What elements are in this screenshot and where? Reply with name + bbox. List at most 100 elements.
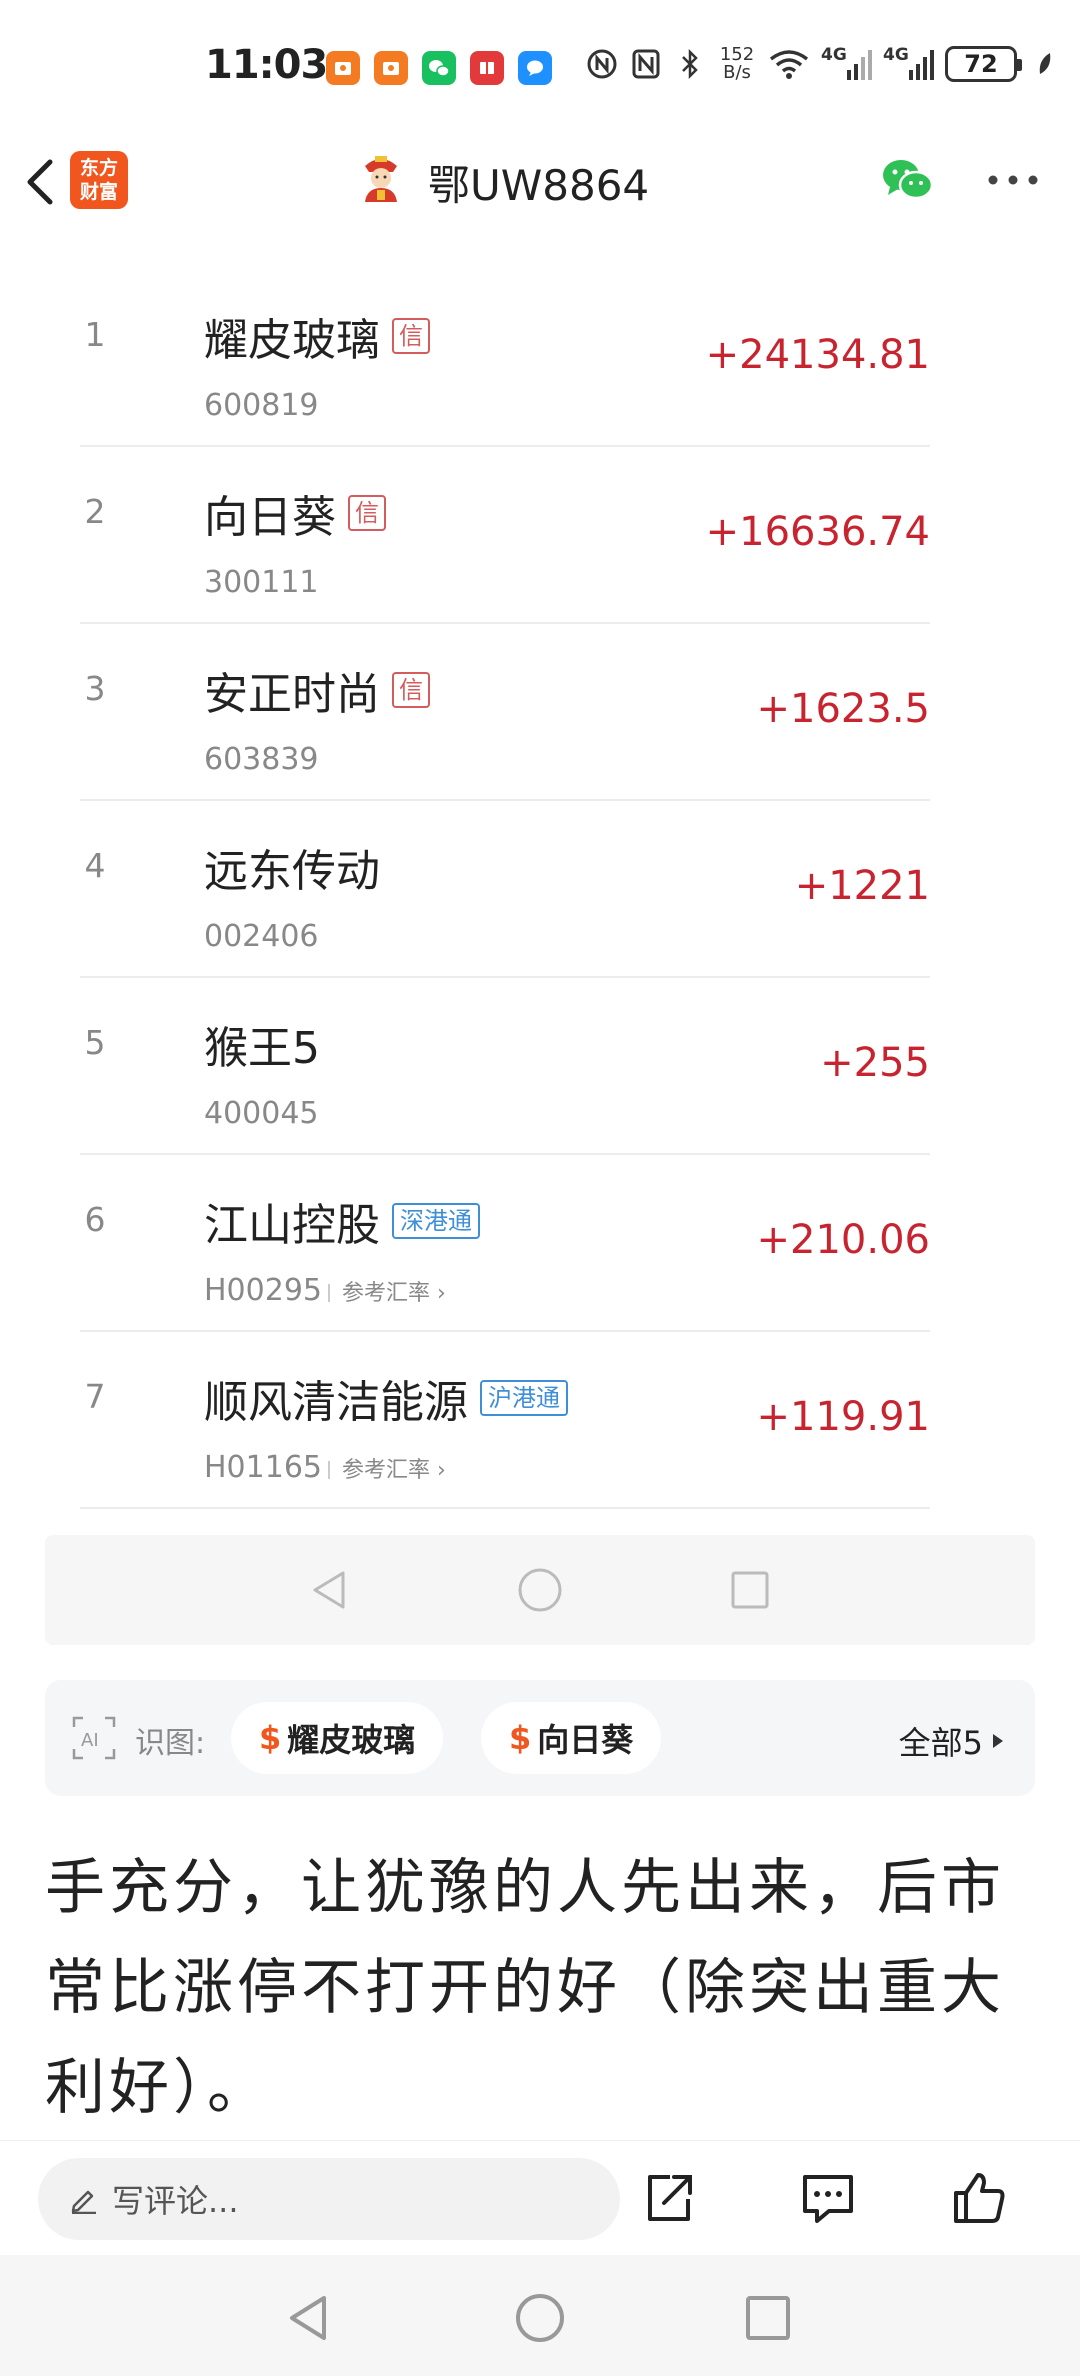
page-title: 鄂UW8864 xyxy=(428,161,650,210)
image-recognition-bar: AI 识图: $ 耀皮玻璃 $ 向日葵 全部5 xyxy=(45,1680,1035,1796)
margin-badge: 信 xyxy=(392,672,430,708)
view-all-label: 全部5 xyxy=(898,1724,983,1762)
stock-ranking-list: 1 耀皮玻璃信 600819 +24134.81 2 向日葵信 300111 +16636.7… xyxy=(45,235,1035,1520)
stock-code-text: 300111 xyxy=(204,565,319,600)
bluetooth-icon xyxy=(673,45,707,83)
stock-code-text: 600819 xyxy=(204,388,319,423)
stock-code-text: 400045 xyxy=(204,1096,319,1131)
stock-rank: 3 xyxy=(84,669,106,708)
stock-row[interactable]: 5 猴王5 400045 +255 xyxy=(80,978,930,1155)
eastmoney-logo[interactable]: 东方 财富 xyxy=(70,151,128,209)
stock-name-text: 向日葵 xyxy=(204,492,336,543)
stock-rank: 4 xyxy=(84,846,106,885)
stock-rank: 5 xyxy=(84,1023,106,1062)
stock-code: 400045 xyxy=(204,1096,319,1131)
stock-rank: 7 xyxy=(84,1377,106,1416)
stock-code: H01165 参考汇率 › xyxy=(204,1450,446,1485)
stock-chip-yaopi[interactable]: $ 耀皮玻璃 xyxy=(231,1702,444,1774)
net-speed: 152 B/s xyxy=(719,44,755,83)
stock-chip-xiangrikui[interactable]: $ 向日葵 xyxy=(481,1702,662,1774)
stock-name-text: 顺风清洁能源 xyxy=(204,1377,468,1428)
stock-name-text: 安正时尚 xyxy=(204,669,380,720)
stock-code-text: 002406 xyxy=(204,919,319,954)
dollar-icon: $ xyxy=(509,1719,532,1757)
screenshot-nav-bar xyxy=(45,1535,1035,1645)
red-app-notif-icon xyxy=(470,51,504,85)
stock-name: 江山控股 深港通 xyxy=(204,1189,480,1253)
stock-name: 向日葵信 xyxy=(204,481,386,545)
comment-icon[interactable] xyxy=(799,2169,857,2227)
stock-row[interactable]: 4 远东传动 002406 +1221 xyxy=(80,801,930,978)
nav-back-triangle-icon xyxy=(305,1565,355,1615)
svg-text:AI: AI xyxy=(81,1730,99,1751)
stock-value: +1221 xyxy=(794,863,930,909)
notification-icons xyxy=(326,51,552,85)
n-mark-icon xyxy=(629,45,663,83)
status-right-icons: 152 B/s 4G 4G 72 xyxy=(585,45,1055,83)
notif-app-icon-2 xyxy=(374,51,408,85)
stock-value: +210.06 xyxy=(756,1217,930,1263)
share-icon[interactable] xyxy=(640,2169,698,2227)
stock-value: +16636.74 xyxy=(705,509,930,555)
wifi-icon xyxy=(767,45,811,83)
system-recents-icon[interactable] xyxy=(740,2290,796,2346)
stock-code-text: H01165 xyxy=(204,1450,322,1485)
leaf-icon xyxy=(1035,45,1055,83)
stock-name: 耀皮玻璃信 xyxy=(204,304,430,368)
stock-code: 300111 xyxy=(204,565,319,600)
stock-name: 顺风清洁能源 沪港通 xyxy=(204,1366,568,1430)
stock-row[interactable]: 7 顺风清洁能源 沪港通 H01165 参考汇率 › +119.91 xyxy=(80,1332,930,1509)
system-nav-bar xyxy=(0,2255,1080,2376)
chip-label: 耀皮玻璃 xyxy=(287,1721,416,1759)
comment-placeholder: 写评论... xyxy=(112,2182,239,2220)
connect-badge: 沪港通 xyxy=(480,1380,568,1416)
like-thumb-icon[interactable] xyxy=(950,2169,1008,2227)
chip-label: 向日葵 xyxy=(537,1721,634,1759)
stock-name-text: 猴王5 xyxy=(204,1023,320,1074)
status-time: 11:03 xyxy=(205,42,328,88)
stock-name: 远东传动 xyxy=(204,835,380,899)
stock-code-text: 603839 xyxy=(204,742,319,777)
signal-icon-1: 4G xyxy=(821,45,873,83)
stock-row[interactable]: 6 江山控股 深港通 H00295 参考汇率 › +210.06 xyxy=(80,1155,930,1332)
stock-name-text: 江山控股 xyxy=(204,1200,380,1251)
ai-scan-icon: AI xyxy=(71,1715,117,1761)
stock-name: 安正时尚信 xyxy=(204,658,430,722)
more-options-icon[interactable] xyxy=(985,172,1041,188)
pencil-icon xyxy=(71,2190,96,2214)
recognition-label: 识图: xyxy=(135,1726,206,1761)
top-header: 东方 财富 鄂UW8864 xyxy=(0,130,1080,235)
stock-rank: 2 xyxy=(84,492,106,531)
nfc-icon xyxy=(585,45,619,83)
reference-rate-link[interactable]: 参考汇率 › xyxy=(328,1281,446,1306)
system-home-icon[interactable] xyxy=(512,2290,568,2346)
god-of-wealth-avatar xyxy=(357,152,405,206)
stock-name-text: 远东传动 xyxy=(204,846,380,897)
back-arrow-icon[interactable] xyxy=(18,152,68,212)
stock-row[interactable]: 2 向日葵信 300111 +16636.74 xyxy=(80,447,930,624)
stock-value: +24134.81 xyxy=(705,332,930,378)
stock-row[interactable]: 1 耀皮玻璃信 600819 +24134.81 xyxy=(80,270,930,447)
wechat-share-icon[interactable] xyxy=(880,155,936,205)
stock-name: 猴王5 xyxy=(204,1012,320,1076)
nav-recent-square-icon xyxy=(725,1565,775,1615)
stock-rank: 6 xyxy=(84,1200,106,1239)
comment-bar: 写评论... xyxy=(0,2140,1080,2255)
stock-code: 603839 xyxy=(204,742,319,777)
view-all-button[interactable]: 全部5 xyxy=(899,1718,1005,1764)
stock-row[interactable]: 3 安正时尚信 603839 +1623.5 xyxy=(80,624,930,801)
system-back-icon[interactable] xyxy=(280,2290,336,2346)
stock-rank: 1 xyxy=(84,315,106,354)
stock-value: +1623.5 xyxy=(756,686,930,732)
reference-rate-link[interactable]: 参考汇率 › xyxy=(328,1458,446,1483)
stock-code-text: H00295 xyxy=(204,1273,322,1308)
notif-app-icon-1 xyxy=(326,51,360,85)
wechat-notif-icon xyxy=(422,51,456,85)
margin-badge: 信 xyxy=(348,495,386,531)
stock-code: 002406 xyxy=(204,919,319,954)
comment-input[interactable]: 写评论... xyxy=(38,2158,620,2240)
play-arrow-icon xyxy=(993,1734,1003,1748)
article-body: 手充分，让犹豫的人先出来，后市常比涨停不打开的好（除突出重大利好）。 xyxy=(45,1853,1005,2123)
stock-name-text: 耀皮玻璃 xyxy=(204,315,380,366)
signal-icon-2: 4G xyxy=(883,45,935,83)
